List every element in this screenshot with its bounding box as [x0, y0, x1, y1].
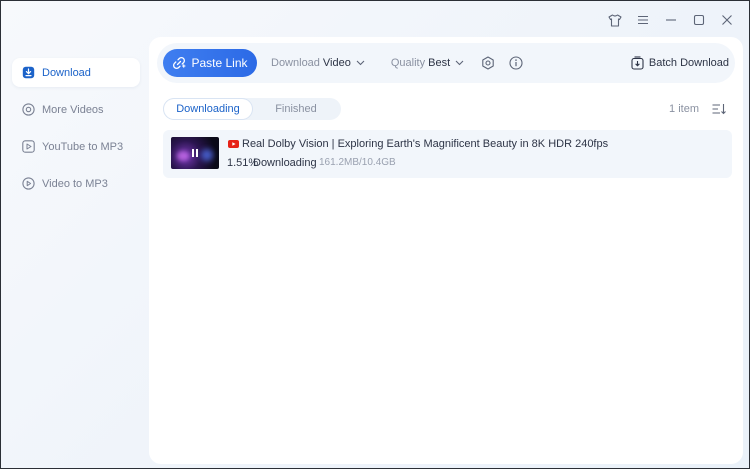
download-type-label: Download [271, 57, 320, 69]
play-circle-icon [21, 103, 35, 117]
quality-dropdown[interactable]: Quality Best [391, 57, 464, 69]
video-thumbnail[interactable] [171, 137, 219, 169]
sidebar-item-download[interactable]: Download [12, 58, 140, 87]
sidebar-item-youtube-to-mp3[interactable]: YouTube to MP3 [12, 132, 140, 161]
maximize-icon[interactable] [685, 10, 713, 30]
tab-finished[interactable]: Finished [252, 99, 340, 119]
download-size: 161.2MB/10.4GB [319, 157, 396, 168]
sidebar-item-label: More Videos [42, 103, 104, 116]
title-bar-controls [601, 10, 741, 30]
info-icon[interactable] [506, 53, 526, 73]
sidebar-item-video-to-mp3[interactable]: Video to MP3 [12, 169, 140, 198]
sidebar-item-more-videos[interactable]: More Videos [12, 95, 140, 124]
download-type-value: Video [322, 57, 351, 69]
batch-download-label: Batch Download [648, 57, 729, 69]
paste-link-button[interactable]: Paste Link [163, 49, 257, 77]
link-icon [172, 56, 187, 70]
download-icon [21, 66, 35, 80]
batch-download-icon [631, 56, 644, 70]
minimize-icon[interactable] [657, 10, 685, 30]
chevron-down-icon [455, 60, 464, 66]
video-title: Real Dolby Vision | Exploring Earth's Ma… [242, 138, 609, 150]
shirt-icon[interactable] [601, 10, 629, 30]
paste-link-label: Paste Link [191, 56, 248, 70]
chevron-down-icon [356, 60, 365, 66]
download-type-dropdown[interactable]: Download Video [271, 57, 365, 69]
batch-download-button[interactable]: Batch Download [631, 56, 729, 70]
sidebar-item-label: Download [42, 66, 91, 79]
close-icon[interactable] [713, 10, 741, 30]
quality-value: Best [428, 57, 451, 69]
sort-icon[interactable] [711, 101, 727, 117]
video-mp3-icon [21, 177, 35, 191]
sidebar: Download More Videos YouTube to MP3 Vide… [12, 58, 140, 206]
main-panel: Paste Link Download Video Quality Best B… [149, 37, 743, 464]
sidebar-item-label: Video to MP3 [42, 177, 108, 190]
download-list-item[interactable]: Real Dolby Vision | Exploring Earth's Ma… [163, 130, 732, 178]
status-tabs: Downloading Finished [163, 98, 341, 120]
tab-downloading[interactable]: Downloading [164, 99, 252, 119]
toolbar: Paste Link Download Video Quality Best B… [157, 43, 735, 83]
quality-label: Quality [390, 57, 426, 69]
menu-icon[interactable] [629, 10, 657, 30]
youtube-icon [228, 140, 239, 148]
app-window: Download More Videos YouTube to MP3 Vide… [0, 0, 750, 469]
youtube-mp3-icon [21, 140, 35, 154]
sidebar-item-label: YouTube to MP3 [42, 140, 124, 153]
pause-icon[interactable] [188, 146, 202, 160]
settings-icon[interactable] [478, 53, 498, 73]
item-count: 1 item [669, 103, 699, 115]
download-status: Downloading [253, 157, 317, 169]
